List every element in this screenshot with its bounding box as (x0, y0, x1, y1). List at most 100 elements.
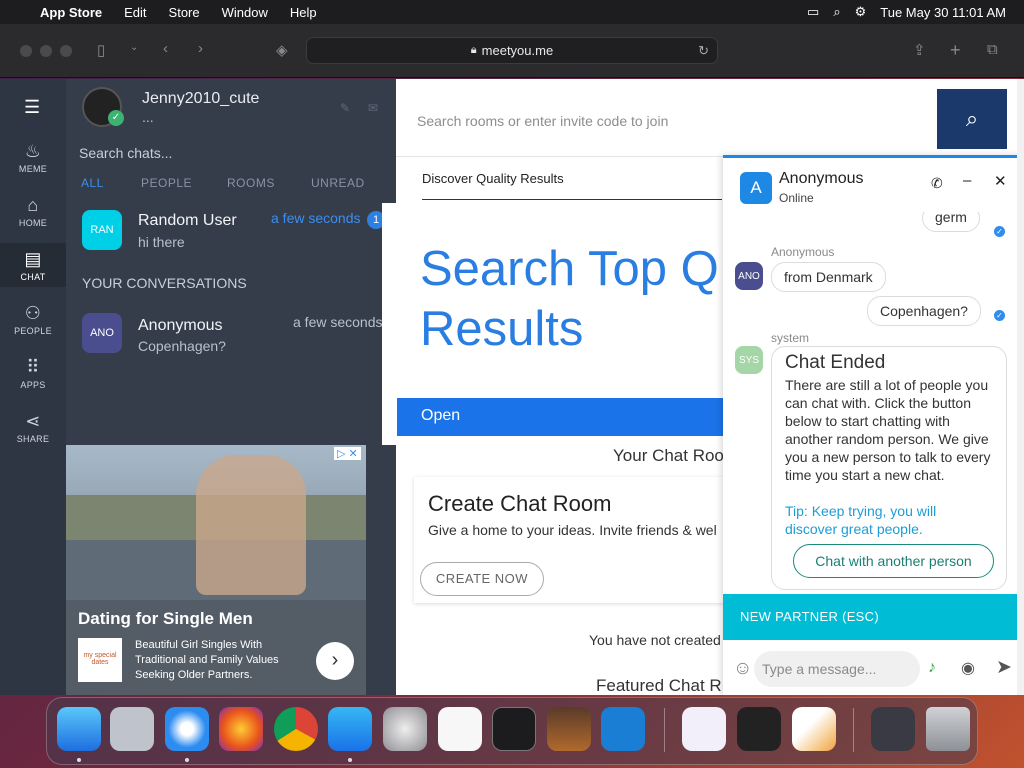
flame-icon: ♨ (24, 141, 42, 161)
window-minimize-button[interactable] (40, 45, 52, 57)
menubar-clock[interactable]: Tue May 30 11:01 AM (880, 5, 1006, 20)
your-rooms-heading: Your Chat Roo (613, 446, 724, 465)
create-now-button[interactable]: CREATE NOW (420, 562, 544, 596)
firefox-icon[interactable] (219, 707, 263, 751)
close-icon[interactable]: ✕ (994, 172, 1007, 190)
ad-logo: my special dates (78, 638, 122, 682)
message-icon[interactable]: ✉ (368, 101, 378, 115)
safari-icon[interactable] (165, 707, 209, 751)
menu-edit[interactable]: Edit (124, 5, 146, 20)
back-icon[interactable]: ‹ (163, 40, 168, 57)
spotlight-icon[interactable]: ⌕ (833, 4, 840, 20)
hero-heading-line1: Search Top Q (420, 242, 719, 296)
control-center-icon[interactable]: ⚙ (855, 4, 867, 20)
ad-title[interactable]: Dating for Single Men (78, 609, 253, 629)
new-tab-icon[interactable]: + (950, 40, 961, 61)
lock-icon: 🔒︎ (470, 44, 477, 56)
online-check-icon: ✓ (108, 110, 124, 126)
emoji-icon[interactable]: ☺ (733, 658, 752, 680)
nav-item-apps[interactable]: ⠿ APPS (0, 357, 66, 397)
conversation-last-message: Copenhagen? (138, 338, 226, 354)
create-room-title: Create Chat Room (428, 491, 612, 516)
chevron-down-icon[interactable]: ⌄ (130, 42, 138, 53)
app-store-icon[interactable] (328, 707, 372, 751)
new-partner-button[interactable]: NEW PARTNER (ESC) (723, 594, 1024, 640)
chevron-right-icon[interactable]: › (316, 642, 354, 680)
camera-icon[interactable]: ◉ (961, 658, 975, 678)
nav-item-home[interactable]: ⌂ HOME (0, 195, 66, 235)
filter-rooms[interactable]: ROOMS (227, 176, 275, 190)
dock-divider (853, 708, 854, 752)
chat-window: A Anonymous Online ✆ – ✕ germ ✓ Anonymou… (723, 155, 1024, 695)
no-rooms-text: You have not created (589, 632, 721, 648)
profile-username[interactable]: Jenny2010_cute (142, 90, 259, 108)
launchpad-icon[interactable] (110, 707, 154, 751)
chrome-icon[interactable] (274, 707, 318, 751)
nav-item-share[interactable]: ⋖ SHARE (0, 411, 66, 451)
downloads-stack-icon[interactable] (871, 707, 915, 751)
filter-unread[interactable]: UNREAD (311, 176, 365, 190)
random-user-last-message: hi there (138, 234, 185, 250)
random-chat-row[interactable]: RAN Random User hi there a few seconds 1 (66, 203, 396, 259)
room-search-input[interactable]: Search rooms or enter invite code to joi… (396, 79, 936, 157)
message-list[interactable]: germ ✓ Anonymous ANO from Denmark Copenh… (723, 212, 1016, 592)
freeform-icon[interactable] (792, 707, 836, 751)
phone-icon[interactable]: ✆ (931, 175, 943, 192)
open-button[interactable]: Open (397, 398, 727, 436)
dock-divider (664, 708, 665, 752)
edit-icon[interactable]: ✎ (340, 101, 350, 115)
tab-underline (422, 199, 722, 200)
trash-icon[interactable] (926, 707, 970, 751)
menubar: App Store Edit Store Window Help ▭ ⌕ ⚙ T… (0, 0, 1024, 24)
search-chats-input[interactable]: Search chats... (79, 145, 172, 161)
send-icon[interactable]: ➤ (996, 656, 1012, 679)
adchoices-icon[interactable]: ▷ ✕ (334, 447, 361, 460)
page-scrollbar[interactable] (1017, 79, 1024, 695)
menu-help[interactable]: Help (290, 5, 317, 20)
list-item[interactable]: ANO Anonymous Copenhagen? a few seconds (66, 305, 386, 361)
message-input[interactable]: Type a message... (754, 651, 920, 687)
forward-icon[interactable]: › (198, 40, 203, 57)
filter-all[interactable]: ALL (81, 176, 104, 190)
message-bubble: Copenhagen? (867, 296, 981, 326)
sidebar-toggle-icon[interactable]: ▯ (97, 41, 105, 59)
textedit-icon[interactable] (438, 707, 482, 751)
vscode-icon[interactable] (601, 707, 645, 751)
system-preferences-icon[interactable] (383, 707, 427, 751)
hero-heading-line2: Results (420, 302, 584, 356)
url-text: meetyou.me (481, 43, 554, 58)
tab-overview-icon[interactable]: ⧉ (987, 41, 998, 58)
tab-discover[interactable]: Discover Quality Results (422, 171, 564, 186)
garageband-icon[interactable] (547, 707, 591, 751)
ad-body: Beautiful Girl Singles With Traditional … (135, 639, 279, 681)
screen-mirror-icon[interactable]: ▭ (807, 4, 819, 20)
address-bar[interactable]: 🔒︎ meetyou.me ↻ (306, 37, 718, 64)
nav-item-people[interactable]: ⚇ PEOPLE (0, 303, 66, 343)
shield-icon[interactable]: ◈ (276, 41, 288, 59)
share-icon[interactable]: ⇪ (913, 41, 926, 59)
share-icon: ⋖ (25, 411, 41, 431)
filter-people[interactable]: PEOPLE (141, 176, 192, 190)
visual-studio-icon[interactable] (682, 707, 726, 751)
hamburger-menu-icon[interactable]: ☰ (24, 97, 40, 118)
chat-with-another-button[interactable]: Chat with another person (793, 544, 994, 578)
partner-status: Online (779, 191, 814, 205)
system-avatar: SYS (735, 346, 763, 374)
nav-item-meme[interactable]: ♨ MEME (0, 141, 66, 181)
terminal-icon[interactable] (492, 707, 536, 751)
finder-icon[interactable] (57, 707, 101, 751)
advertisement[interactable]: ▷ ✕ Dating for Single Men my special dat… (66, 445, 366, 695)
create-room-desc: Give a home to your ideas. Invite friend… (428, 522, 717, 538)
menu-window[interactable]: Window (222, 5, 268, 20)
nav-item-chat[interactable]: ▤ CHAT (0, 243, 66, 287)
reload-icon[interactable]: ↻ (698, 43, 709, 59)
activity-monitor-icon[interactable] (737, 707, 781, 751)
menu-app-store[interactable]: App Store (40, 5, 102, 20)
search-button[interactable]: ⌕ (937, 89, 1007, 149)
microphone-icon[interactable]: ♪ (928, 659, 936, 677)
minimize-icon[interactable]: – (963, 172, 971, 189)
window-zoom-button[interactable] (60, 45, 72, 57)
menu-store[interactable]: Store (169, 5, 200, 20)
window-close-button[interactable] (20, 45, 32, 57)
create-room-card: Create Chat Room Give a home to your ide… (414, 477, 724, 603)
